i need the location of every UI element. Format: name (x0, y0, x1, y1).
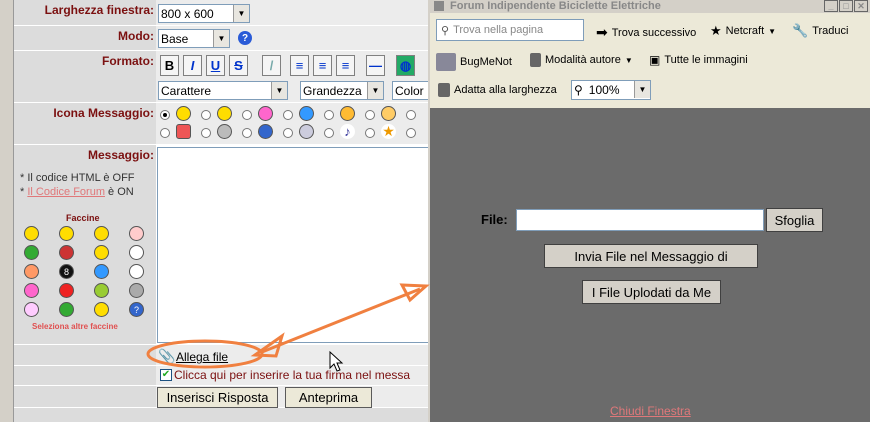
annotation-arrow-line (261, 287, 421, 354)
arrowhead-left-icon (250, 332, 285, 358)
highlight-ellipse (146, 339, 264, 369)
mouse-cursor-icon (329, 350, 344, 372)
annotation-overlay (146, 283, 430, 372)
